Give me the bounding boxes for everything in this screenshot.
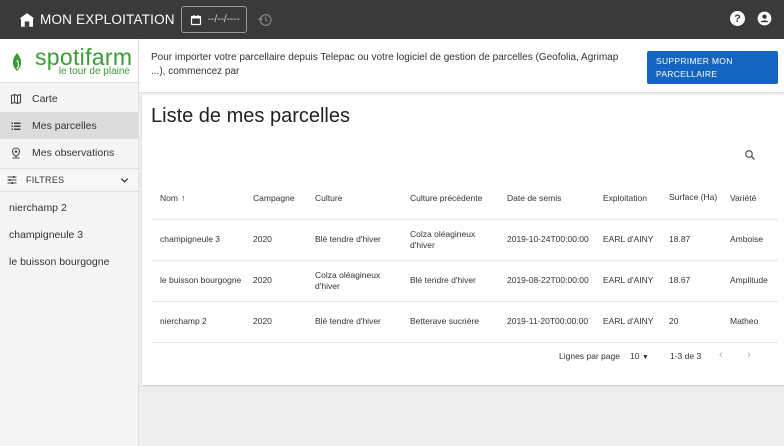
import-info-bar: Pour importer votre parcellaire depuis T… xyxy=(139,39,784,93)
brand[interactable]: MON EXPLOITATION xyxy=(18,0,175,39)
date-value: --/--/---- xyxy=(207,14,240,25)
cell-nom: nierchamp 2 xyxy=(151,301,244,343)
column-header-date-semis[interactable]: Date de semis xyxy=(498,177,594,220)
sidebar-parcel-item[interactable]: nierchamp 2 xyxy=(0,194,138,221)
search-icon[interactable] xyxy=(744,149,756,161)
cell-surface: 18.87 xyxy=(660,219,721,261)
sidebar: spotifarm le tour de plaine Carte Mes pa… xyxy=(0,39,139,446)
table-header-row: Nom ↑ Campagne Culture Culture précédente… xyxy=(151,177,778,220)
filters-toggle[interactable]: FILTRES xyxy=(0,168,138,192)
top-app-bar: MON EXPLOITATION --/--/---- ? xyxy=(0,0,784,39)
chevron-down-icon xyxy=(120,177,129,183)
filters-label: FILTRES xyxy=(26,175,65,185)
cell-campagne: 2020 xyxy=(244,260,306,302)
cell-campagne: 2020 xyxy=(244,301,306,343)
rows-per-page-label: Lignes par page xyxy=(559,351,620,361)
calendar-icon xyxy=(190,14,201,25)
account-icon[interactable] xyxy=(757,11,772,26)
cell-campagne: 2020 xyxy=(244,219,306,261)
table-row[interactable]: nierchamp 2 2020 Blé tendre d'hiver Bett… xyxy=(151,301,778,343)
parcels-card: Liste de mes parcelles Nom ↑ Campagne Cul… xyxy=(142,95,784,385)
page-range: 1-3 de 3 xyxy=(670,351,702,361)
cell-culture: Colza oléagineux d'hiver xyxy=(306,260,401,302)
chevron-left-icon[interactable]: ‹ xyxy=(719,349,723,361)
cell-culture: Blé tendre d'hiver xyxy=(306,301,401,343)
import-info-text: Pour importer votre parcellaire depuis T… xyxy=(151,52,619,77)
sidebar-item-label: Mes parcelles xyxy=(32,119,97,132)
table-row[interactable]: le buisson bourgogne 2020 Colza oléagine… xyxy=(151,260,778,302)
history-icon[interactable] xyxy=(257,12,273,28)
rows-per-page-select[interactable]: 10 ▼ xyxy=(630,351,649,361)
cell-culture-precedente: Colza oléagineux d'hiver xyxy=(401,219,498,261)
sidebar-item-label: Mes observations xyxy=(32,146,115,159)
sidebar-item-mes-observations[interactable]: Mes observations xyxy=(0,139,138,166)
app-title: MON EXPLOITATION xyxy=(40,12,175,27)
column-header-culture[interactable]: Culture xyxy=(306,177,401,220)
column-header-surface[interactable]: Surface (Ha) xyxy=(660,177,721,220)
table-row[interactable]: champigneule 3 2020 Blé tendre d'hiver C… xyxy=(151,219,778,261)
help-icon[interactable]: ? xyxy=(730,11,745,26)
column-header-nom[interactable]: Nom ↑ xyxy=(151,177,244,220)
cell-surface: 18.67 xyxy=(660,260,721,302)
column-header-culture-precedente[interactable]: Culture précédente xyxy=(401,177,498,220)
filter-icon xyxy=(7,176,17,184)
column-header-campagne[interactable]: Campagne xyxy=(244,177,306,220)
cell-culture-precedente: Betterave sucrière xyxy=(401,301,498,343)
cell-date-semis: 2019-08-22T00:00:00 xyxy=(498,260,594,302)
cell-culture: Blé tendre d'hiver xyxy=(306,219,401,261)
cell-surface: 20 xyxy=(660,301,721,343)
column-header-variete[interactable]: Variété xyxy=(721,177,778,220)
cell-exploitation: EARL d'AINY xyxy=(594,260,660,302)
cell-nom: champigneule 3 xyxy=(151,219,244,261)
cell-culture-precedente: Blé tendre d'hiver xyxy=(401,260,498,302)
sidebar-parcel-item[interactable]: champigneule 3 xyxy=(0,221,138,248)
column-header-exploitation[interactable]: Exploitation xyxy=(594,177,660,220)
cell-date-semis: 2019-10-24T00:00:00 xyxy=(498,219,594,261)
cell-variete: Amplitude xyxy=(721,260,778,302)
sort-arrow-icon: ↑ xyxy=(180,192,186,203)
sidebar-parcel-item[interactable]: le buisson bourgogne xyxy=(0,248,138,275)
logo: spotifarm le tour de plaine xyxy=(0,39,138,83)
chevron-right-icon[interactable]: › xyxy=(747,349,751,361)
sidebar-item-mes-parcelles[interactable]: Mes parcelles xyxy=(0,112,138,139)
page-title: Liste de mes parcelles xyxy=(151,105,350,127)
cell-variete: Amboise xyxy=(721,219,778,261)
logo-tagline: le tour de plaine xyxy=(58,66,130,77)
leaf-icon xyxy=(12,53,22,71)
caret-down-icon: ▼ xyxy=(641,354,649,361)
delete-parcellaire-button[interactable]: SUPPRIMER MON PARCELLAIRE xyxy=(647,51,778,84)
cell-variete: Matheo xyxy=(721,301,778,343)
table-pagination: Lignes par page 10 ▼ 1-3 de 3 ‹ › xyxy=(142,347,784,367)
date-picker[interactable]: --/--/---- xyxy=(180,6,247,33)
sidebar-item-carte[interactable]: Carte xyxy=(0,85,138,112)
sidebar-item-label: Carte xyxy=(32,92,58,105)
cell-nom: le buisson bourgogne xyxy=(151,260,244,302)
cell-exploitation: EARL d'AINY xyxy=(594,301,660,343)
cell-date-semis: 2019-11-20T00:00:00 xyxy=(498,301,594,343)
barn-icon xyxy=(19,12,35,27)
cell-exploitation: EARL d'AINY xyxy=(594,219,660,261)
parcels-table: Nom ↑ Campagne Culture Culture précédente… xyxy=(151,177,778,343)
list-icon xyxy=(11,122,21,130)
map-icon xyxy=(10,93,22,104)
pin-icon xyxy=(11,146,21,158)
